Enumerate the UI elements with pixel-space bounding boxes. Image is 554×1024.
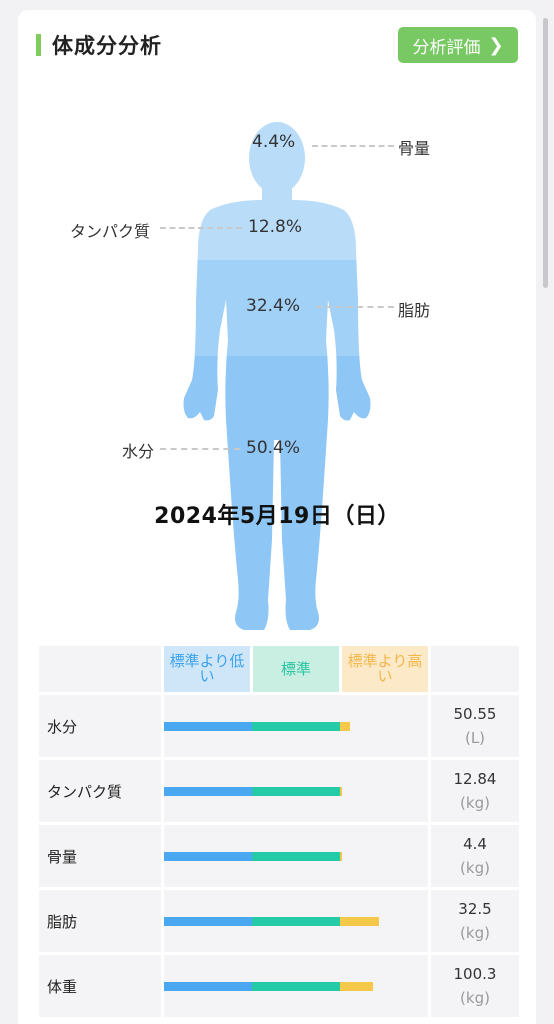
header-value-cell [431, 646, 519, 692]
water-label: 水分 [122, 442, 155, 461]
high-segment [340, 852, 342, 861]
row-name: 骨量 [39, 825, 161, 887]
table-row: 水分 50.55 (L) [39, 695, 519, 757]
measurement-date: 2024年5月19日（日） [154, 504, 400, 529]
protein-percentage: 12.8% [248, 217, 303, 237]
row-unit: (kg) [460, 859, 490, 877]
table-row: 骨量 4.4 (kg) [39, 825, 519, 887]
row-unit: (kg) [460, 924, 490, 942]
row-value: 32.5 [458, 900, 492, 918]
high-segment [340, 917, 379, 926]
legend-high: 標準より高い [342, 646, 428, 692]
row-unit: (L) [464, 729, 486, 747]
header-empty-cell [39, 646, 161, 692]
legend-cell: 標準より低い 標準 標準より高い [164, 646, 428, 692]
level-bar [164, 722, 350, 731]
row-bar-cell [164, 890, 428, 952]
row-unit: (kg) [460, 989, 490, 1007]
row-value-cell: 32.5 (kg) [431, 890, 519, 952]
body-silhouette [183, 122, 371, 630]
fat-label: 脂肪 [398, 301, 431, 320]
fat-leader-line [316, 306, 394, 308]
high-segment [340, 722, 350, 731]
fat-percentage: 32.4% [246, 296, 301, 316]
level-bar [164, 917, 379, 926]
bone-percentage: 4.4% [252, 132, 296, 152]
protein-label: タンパク質 [70, 222, 151, 241]
row-bar-cell [164, 825, 428, 887]
table-row: タンパク質 12.84 (kg) [39, 760, 519, 822]
row-value-cell: 4.4 (kg) [431, 825, 519, 887]
legend-low: 標準より低い [164, 646, 250, 692]
row-value-cell: 50.55 (L) [431, 695, 519, 757]
water-percentage: 50.4% [246, 438, 301, 458]
row-value: 50.55 [453, 705, 497, 723]
bone-leader-line [312, 145, 394, 147]
table-row: 脂肪 32.5 (kg) [39, 890, 519, 952]
row-value-cell: 12.84 (kg) [431, 760, 519, 822]
row-value: 12.84 [453, 770, 497, 788]
water-leader-line [160, 448, 240, 450]
level-bar [164, 982, 373, 991]
row-value: 4.4 [463, 835, 487, 853]
legend-standard: 標準 [253, 646, 339, 692]
row-unit: (kg) [460, 794, 490, 812]
row-bar-cell [164, 955, 428, 1017]
row-name: 体重 [39, 955, 161, 1017]
high-segment [340, 787, 342, 796]
row-bar-cell [164, 760, 428, 822]
row-bar-cell [164, 695, 428, 757]
row-value: 100.3 [453, 965, 497, 983]
table-row: 体重 100.3 (kg) [39, 955, 519, 1017]
level-bar [164, 787, 342, 796]
bone-label: 骨量 [398, 139, 431, 158]
composition-table: 標準より低い 標準 標準より高い 水分 50.55 (L) タンパク質 12.84… [36, 643, 522, 1020]
row-value-cell: 100.3 (kg) [431, 955, 519, 1017]
row-name: 脂肪 [39, 890, 161, 952]
row-name: 水分 [39, 695, 161, 757]
row-name: タンパク質 [39, 760, 161, 822]
protein-leader-line [160, 227, 242, 229]
level-bar [164, 852, 342, 861]
high-segment [340, 982, 373, 991]
